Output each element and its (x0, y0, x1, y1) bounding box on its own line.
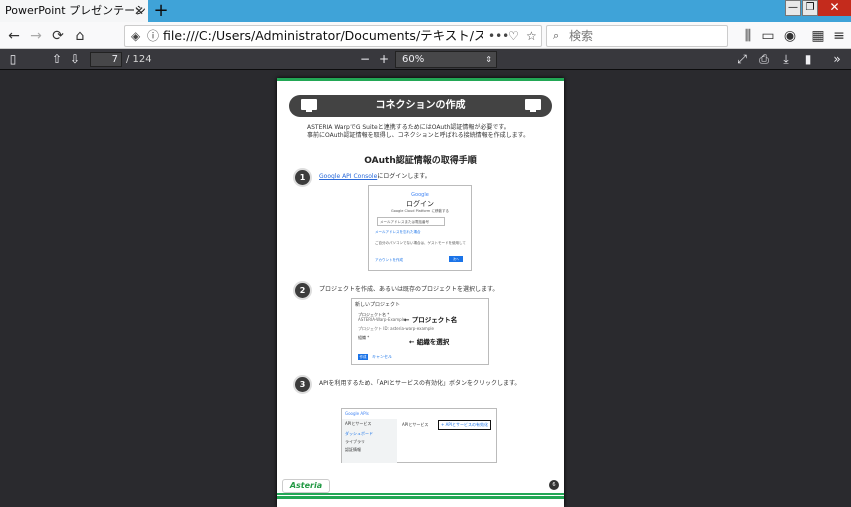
zoom-value: 60% (402, 54, 425, 65)
project-id-label: プロジェクト ID: asteria-warp-example (358, 326, 434, 331)
callout-org: ← 組織を選択 (409, 338, 450, 346)
api-menu-item: ライブラリ (345, 439, 365, 444)
zoom-out-button[interactable]: − (356, 50, 374, 68)
download-icon[interactable]: ⤓ (777, 50, 795, 68)
library-icon[interactable]: ⫼ (738, 26, 758, 46)
create-account-link: アカウントを作成 (375, 258, 403, 262)
url-text[interactable]: file:///C:/Users/Administrator/Documents… (163, 26, 483, 46)
pdf-viewer[interactable]: コネクションの作成 ASTERIA WarpでG Suiteと連携するためにはO… (0, 70, 851, 507)
email-hint: メールアドレスまたは電話番号 (380, 220, 429, 224)
step-text: プロジェクトを作成、あるいは既存のプロジェクトを選択します。 (319, 286, 499, 293)
zoom-in-button[interactable]: + (375, 50, 393, 68)
api-screenshot: Google APIs APIとサービス ダッシュボード ライブラリ 認証情報 … (341, 408, 497, 463)
cancel-button: キャンセル (372, 354, 392, 359)
extensions-icon[interactable]: ▦ (808, 26, 828, 46)
project-name-value: ASTERIA-Warp-Example (358, 317, 406, 322)
url-bar[interactable]: ◈ ⓘ file:///C:/Users/Administrator/Docum… (124, 25, 542, 47)
api-header: Google APIs (345, 411, 369, 416)
sidebar-toggle-icon[interactable]: ▯ (4, 50, 22, 68)
tab-close-icon[interactable]: ✕ (134, 0, 144, 22)
top-band (277, 78, 564, 81)
search-icon: ⌕ (553, 29, 560, 42)
api-menu-title: APIとサービス (345, 421, 372, 426)
step-text: Google API Consoleにログインします。 (319, 173, 431, 180)
tab-title: PowerPoint プレゼンテーション - スタ (5, 4, 148, 17)
search-bar[interactable]: ⌕ 検索 (546, 25, 728, 47)
intro-text: ASTERIA WarpでG Suiteと連携するためにはOAuth認証情報が必… (307, 124, 547, 140)
step-text: APIを利用するため、「APIとサービスの有効化」ボタンをクリックします。 (319, 380, 521, 387)
page-number-input[interactable]: 7 (90, 52, 122, 67)
pdf-page: コネクションの作成 ASTERIA WarpでG Suiteと連携するためにはO… (277, 78, 564, 507)
restore-button[interactable]: ❐ (802, 0, 818, 16)
tab-bar: PowerPoint プレゼンテーション - スタ ✕ + — ❐ ✕ (0, 0, 851, 22)
window-close-button[interactable]: ✕ (818, 0, 851, 16)
print-icon[interactable]: ⎙ (755, 50, 773, 68)
top-band (277, 496, 564, 499)
intro-line: ASTERIA WarpでG Suiteと連携するためにはOAuth認証情報が必… (307, 124, 510, 131)
project-screenshot: 新しいプロジェクト プロジェクト名 * ASTERIA-Warp-Example… (351, 298, 489, 365)
pocket-icon[interactable]: ♡ (508, 27, 519, 45)
login-subtitle: Google Cloud Platform に移動する (391, 209, 449, 213)
monitor-icon (525, 99, 541, 112)
presentation-mode-icon[interactable]: ⤢ (733, 50, 751, 68)
nav-bar: ← → ⟳ ⌂ ◈ ⓘ file:///C:/Users/Administrat… (0, 22, 851, 49)
pdf-toolbar: ▯ ⇧ ⇩ 7 / 124 − + 60% ⇕ ⤢ ⎙ ⤓ ▮ » (0, 49, 851, 70)
api-page-title: APIとサービス (402, 422, 429, 427)
page-badge: 6 (549, 480, 559, 490)
info-icon[interactable]: ⓘ (147, 27, 159, 45)
api-menu-item: ダッシュボード (345, 431, 373, 436)
google-logo: Google (411, 192, 429, 198)
tools-icon[interactable]: » (828, 50, 846, 68)
next-button: 次へ (449, 256, 463, 262)
account-icon[interactable]: ◉ (780, 26, 800, 46)
login-title: ログイン (406, 200, 434, 208)
new-tab-button[interactable]: + (152, 0, 170, 22)
minimize-button[interactable]: — (785, 0, 801, 16)
bookmark-star-icon[interactable]: ☆ (526, 27, 537, 45)
slide-title: コネクションの作成 (375, 100, 466, 111)
google-api-console-link[interactable]: Google API Console (319, 173, 377, 180)
step-number: 2 (295, 283, 310, 298)
back-icon[interactable]: ← (4, 26, 24, 46)
next-page-icon[interactable]: ⇩ (66, 50, 84, 68)
menu-icon[interactable]: ≡ (829, 26, 849, 46)
previous-page-icon[interactable]: ⇧ (48, 50, 66, 68)
asteria-logo: Asteria (282, 479, 330, 493)
guest-note: ご自分のパソコンでない場合は、ゲストモードを使用して (375, 241, 466, 245)
tab-active[interactable]: PowerPoint プレゼンテーション - スタ ✕ (0, 0, 148, 22)
api-menu-item: 認証情報 (345, 447, 361, 452)
enable-api-button: + APIとサービスの有効化 (438, 420, 491, 430)
forward-icon[interactable]: → (26, 26, 46, 46)
chevron-updown-icon: ⇕ (485, 55, 492, 64)
intro-line: 事前にOAuth認証情報を取得し、コネクションと呼ばれる接続情報を作成します。 (307, 132, 530, 139)
sidebar-icon[interactable]: ▭ (758, 26, 778, 46)
step-number: 1 (295, 170, 310, 185)
page-actions-icon[interactable]: ••• (488, 27, 509, 45)
bookmark-icon[interactable]: ▮ (799, 50, 817, 68)
login-screenshot: Google ログイン Google Cloud Platform に移動する … (368, 185, 472, 271)
create-button: 作成 (358, 354, 368, 360)
step-number: 3 (295, 377, 310, 392)
page-total: / 124 (126, 54, 152, 65)
shield-icon[interactable]: ◈ (131, 27, 140, 45)
next-pdf-page (277, 495, 564, 507)
section-heading: OAuth認証情報の取得手順 (364, 156, 477, 166)
title-banner: コネクションの作成 (289, 95, 552, 117)
search-input[interactable]: 検索 (569, 26, 593, 46)
zoom-select[interactable]: 60% ⇕ (395, 51, 497, 68)
api-sidebar: APIとサービス ダッシュボード ライブラリ 認証情報 (342, 419, 397, 463)
home-icon[interactable]: ⌂ (70, 26, 90, 46)
callout-project-name: ← プロジェクト名 (404, 316, 458, 324)
org-label: 組織 * (358, 335, 370, 340)
reload-icon[interactable]: ⟳ (48, 26, 68, 46)
forgot-link: メールアドレスを忘れた場合 (375, 230, 421, 234)
project-header: 新しいプロジェクト (355, 302, 401, 308)
